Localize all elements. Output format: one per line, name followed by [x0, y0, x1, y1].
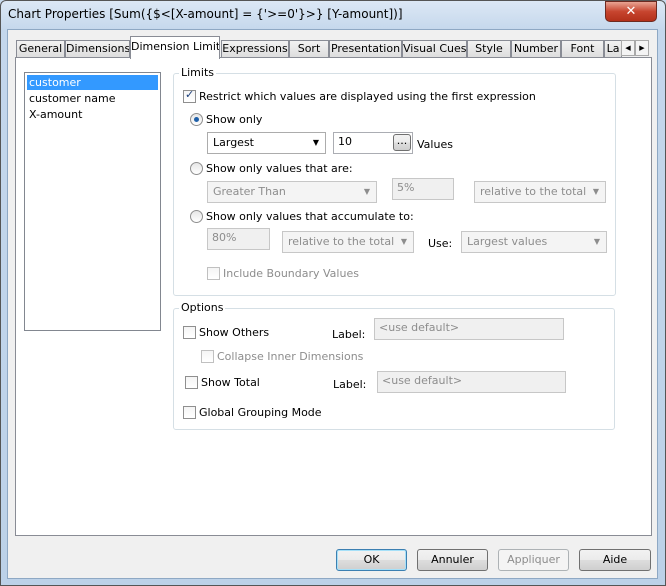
show-others-label: Show Others — [199, 326, 270, 339]
dropdown-arrow-icon: ▼ — [400, 237, 407, 246]
collapse-checkbox[interactable] — [201, 350, 214, 363]
comparison-combo[interactable]: Greater Than ▼ — [207, 181, 377, 203]
show-total-label: Show Total — [201, 376, 260, 389]
tab-expressions[interactable]: Expressions — [221, 40, 289, 58]
dropdown-arrow-icon: ▼ — [363, 187, 370, 196]
show-only-radio[interactable] — [190, 113, 203, 126]
tab-general[interactable]: General — [16, 40, 65, 58]
others-label-caption: Label: — [332, 328, 366, 341]
show-only-label: Show only — [206, 113, 263, 126]
dropdown-arrow-icon: ▼ — [593, 237, 600, 246]
list-item[interactable]: X-amount — [27, 107, 158, 122]
values-are-label: Show only values that are: — [206, 162, 353, 175]
others-label-input[interactable]: <use default> — [374, 318, 564, 340]
tab-style[interactable]: Style — [467, 40, 511, 58]
limits-group-label: Limits — [179, 66, 216, 79]
accumulate-input[interactable]: 80% — [207, 228, 270, 250]
dropdown-arrow-icon: ▼ — [592, 187, 599, 196]
list-item[interactable]: customer name — [27, 91, 158, 106]
show-others-checkbox[interactable] — [183, 326, 196, 339]
total-label-input[interactable]: <use default> — [377, 371, 566, 393]
cancel-button[interactable]: Annuler — [417, 549, 488, 571]
help-button[interactable]: Aide — [579, 549, 651, 571]
values-are-radio[interactable] — [190, 162, 203, 175]
tab-presentation[interactable]: Presentation — [329, 40, 402, 58]
tab-dimension-limits[interactable]: Dimension Limits — [130, 36, 220, 59]
tab-visual-cues[interactable]: Visual Cues — [402, 40, 467, 58]
close-icon: ✕ — [625, 4, 637, 19]
accumulate-relative-combo[interactable]: relative to the total ▼ — [282, 231, 414, 253]
total-label-caption: Label: — [333, 378, 367, 391]
restrict-label: Restrict which values are displayed usin… — [199, 90, 536, 103]
tab-number[interactable]: Number — [511, 40, 561, 58]
use-combo[interactable]: Largest values ▼ — [461, 231, 607, 253]
expression-ellipsis-button[interactable]: ... — [393, 134, 411, 151]
ok-button[interactable]: OK — [336, 549, 407, 571]
percent-input[interactable]: 5% — [392, 178, 454, 200]
checkmark-icon: ✓ — [185, 88, 195, 101]
use-label: Use: — [428, 237, 453, 250]
apply-button[interactable]: Appliquer — [498, 549, 569, 571]
list-item[interactable]: customer — [27, 75, 158, 90]
restrict-checkbox[interactable]: ✓ — [183, 88, 196, 103]
show-total-checkbox[interactable] — [185, 376, 198, 389]
boundary-checkbox[interactable] — [207, 267, 220, 280]
tab-font[interactable]: Font — [561, 40, 604, 58]
relative-combo[interactable]: relative to the total ▼ — [474, 181, 606, 203]
global-grouping-checkbox[interactable] — [183, 406, 196, 419]
tab-sort[interactable]: Sort — [289, 40, 329, 58]
tab-la[interactable]: La — [604, 40, 622, 58]
close-button[interactable]: ✕ — [605, 1, 657, 22]
show-only-combo[interactable]: Largest ▼ — [207, 132, 326, 154]
options-group-label: Options — [179, 301, 226, 314]
window-title: Chart Properties [Sum({$<[X-amount] = {'… — [8, 7, 403, 21]
accumulate-radio[interactable] — [190, 210, 203, 223]
dropdown-arrow-icon: ▼ — [312, 138, 319, 147]
values-label: Values — [417, 138, 453, 151]
tab-scroll-right-icon[interactable]: ▶ — [635, 40, 649, 56]
tab-dimensions[interactable]: Dimensions — [65, 40, 130, 58]
accumulate-label: Show only values that accumulate to: — [206, 210, 414, 223]
dimension-list[interactable]: customer customer name X-amount — [24, 72, 161, 331]
boundary-label: Include Boundary Values — [223, 267, 359, 280]
collapse-label: Collapse Inner Dimensions — [217, 350, 364, 363]
tab-scroll-left-icon[interactable]: ◀ — [621, 40, 635, 56]
global-grouping-label: Global Grouping Mode — [199, 406, 322, 419]
